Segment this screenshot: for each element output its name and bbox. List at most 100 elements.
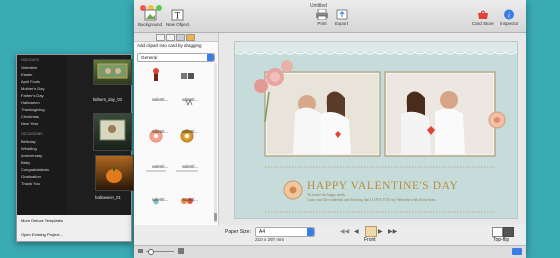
zoom-in-icon[interactable] xyxy=(178,248,184,254)
tab-frames-icon[interactable] xyxy=(176,34,185,41)
pumpkin-icon xyxy=(106,167,122,183)
card-headline[interactable]: HAPPY VALENTINE'S DAY xyxy=(307,180,458,192)
card-subtext-line2[interactable]: I just your life wonderful and the thing… xyxy=(307,198,436,202)
clipart-hint: Add clipart into card by dragging xyxy=(137,43,202,48)
spread-view-icon[interactable] xyxy=(503,227,514,237)
template-browser-panel: HOLIDAYS Valentine Easter April Fools Mo… xyxy=(16,54,134,242)
next-page-icon[interactable]: ▶ xyxy=(378,228,383,235)
category-item-wedding[interactable]: Wedding xyxy=(21,146,37,151)
clipart-item[interactable] xyxy=(153,68,159,81)
tab-stickers-icon[interactable] xyxy=(186,34,195,41)
template-thumbnail-selected[interactable] xyxy=(93,113,132,151)
inspector-button[interactable]: i Inspector xyxy=(500,9,519,26)
photo-frame-icon xyxy=(97,63,128,79)
clipart-caption: valenti... xyxy=(182,97,199,102)
clipart-item[interactable] xyxy=(181,73,194,79)
export-label: Export xyxy=(335,21,349,26)
chevron-down-icon xyxy=(307,228,314,236)
new-object-label: New Object xyxy=(166,22,190,27)
category-item-new-year[interactable]: New Year xyxy=(21,121,38,126)
page-thumbnail-front[interactable] xyxy=(365,226,377,237)
text-tool-icon: T xyxy=(171,9,184,21)
background-icon xyxy=(144,9,156,21)
category-item-easter[interactable]: Easter xyxy=(21,72,33,77)
main-window: Untitled Background T New Object Print E… xyxy=(134,0,526,258)
category-item-thanksgiving[interactable]: Thanksgiving xyxy=(21,107,45,112)
clipart-caption: valenti... xyxy=(152,129,169,134)
clipart-category-select[interactable]: General xyxy=(137,53,215,62)
zoom-slider-handle[interactable] xyxy=(148,249,154,255)
info-icon: i xyxy=(504,9,515,20)
category-item-graduation[interactable]: Graduation xyxy=(21,174,41,179)
clipart-category-value: General xyxy=(141,54,158,60)
category-item-mothers-day[interactable]: Mother's Day xyxy=(21,86,44,91)
tab-clipart-icon[interactable] xyxy=(156,34,165,41)
paper-size-select[interactable]: A4 xyxy=(255,227,315,237)
paper-size-value: A4 xyxy=(259,229,266,235)
category-item-april-fools[interactable]: April Fools xyxy=(21,79,40,84)
status-bar xyxy=(134,245,526,258)
background-button[interactable]: Background xyxy=(138,9,162,27)
svg-text:i: i xyxy=(508,12,510,20)
bottom-controls: Paper Size: A4 210 x 297 mm ◀◀ ◀ ▶ ▶▶ Fr… xyxy=(219,225,526,245)
clipart-scrollbar[interactable] xyxy=(214,63,217,223)
clipart-caption: valenti... xyxy=(182,164,199,169)
background-label: Background xyxy=(138,22,163,27)
photo-right[interactable] xyxy=(384,71,496,157)
holidays-header: HOLIDAYS xyxy=(21,58,39,62)
card-subtext-line1[interactable]: To ensure the happy smile, xyxy=(307,193,346,197)
template-thumbnail[interactable] xyxy=(93,59,132,85)
category-item-christmas[interactable]: Christmas xyxy=(21,114,39,119)
clipart-caption: valenti... xyxy=(152,97,169,102)
print-button[interactable]: Print xyxy=(316,9,328,26)
template-thumbnail[interactable] xyxy=(95,155,134,191)
category-item-anniversary[interactable]: Anniversary xyxy=(21,153,42,158)
button-ornament[interactable] xyxy=(283,180,303,200)
single-page-view-icon[interactable] xyxy=(492,227,503,237)
category-item-thank-you[interactable]: Thank You xyxy=(21,181,40,186)
first-page-icon[interactable]: ◀◀ xyxy=(340,228,349,235)
photo-frame-icon xyxy=(99,119,126,141)
category-list: HOLIDAYS Valentine Easter April Fools Mo… xyxy=(17,55,67,233)
open-existing-project-button[interactable]: Open Existing Project... xyxy=(21,232,63,237)
zoom-out-icon[interactable] xyxy=(138,249,143,253)
card-store-button[interactable]: Card Store xyxy=(472,9,494,26)
category-item-birthday[interactable]: Birthday xyxy=(21,139,36,144)
scrollbar-thumb[interactable] xyxy=(214,213,217,221)
category-item-fathers-day[interactable]: Father's Day xyxy=(21,93,44,98)
clipart-caption: valenti... xyxy=(182,129,199,134)
svg-text:T: T xyxy=(175,11,181,21)
category-item-halloween[interactable]: Halloween xyxy=(21,100,40,105)
flip-label: Top-flip xyxy=(493,237,510,243)
chevron-down-icon xyxy=(207,54,214,61)
toolbar: Untitled Background T New Object Print E… xyxy=(134,0,526,33)
photo-left[interactable] xyxy=(264,71,381,157)
page-label: Front xyxy=(364,237,376,243)
store-icon xyxy=(477,10,488,19)
clipart-grid xyxy=(146,68,198,205)
clipart-caption: valenti... xyxy=(182,197,199,202)
inspector-label: Inspector xyxy=(500,21,519,26)
occasions-header: OCCASIONS xyxy=(21,132,43,136)
previous-page-icon[interactable]: ◀ xyxy=(354,228,359,235)
category-item-congratulations[interactable]: Congratulations xyxy=(21,167,49,172)
category-item-baby[interactable]: Baby xyxy=(21,160,30,165)
export-icon xyxy=(336,9,347,20)
template-caption: fathers_day_03 xyxy=(93,97,122,102)
fit-to-window-icon[interactable] xyxy=(512,248,522,255)
card-store-label: Card Store xyxy=(472,21,494,26)
clipart-tab-bar xyxy=(134,33,218,42)
canvas-area: HAPPY VALENTINE'S DAY To ensure the happ… xyxy=(219,33,526,225)
category-item-valentine[interactable]: Valentine xyxy=(21,65,37,70)
card-canvas[interactable]: HAPPY VALENTINE'S DAY To ensure the happ… xyxy=(234,41,518,219)
clipart-panel: Add clipart into card by dragging Genera… xyxy=(134,33,219,225)
last-page-icon[interactable]: ▶▶ xyxy=(388,228,397,235)
export-button[interactable]: Export xyxy=(335,9,348,26)
clipart-caption: valenti... xyxy=(152,197,169,202)
button-ornament[interactable] xyxy=(488,111,506,129)
paper-size-label: Paper Size: xyxy=(225,229,251,235)
paper-dimensions: 210 x 297 mm xyxy=(255,237,285,242)
tab-shapes-icon[interactable] xyxy=(166,34,175,41)
more-templates-link[interactable]: More Deluxe Templates xyxy=(21,218,63,223)
new-object-button[interactable]: T New Object xyxy=(166,9,189,27)
